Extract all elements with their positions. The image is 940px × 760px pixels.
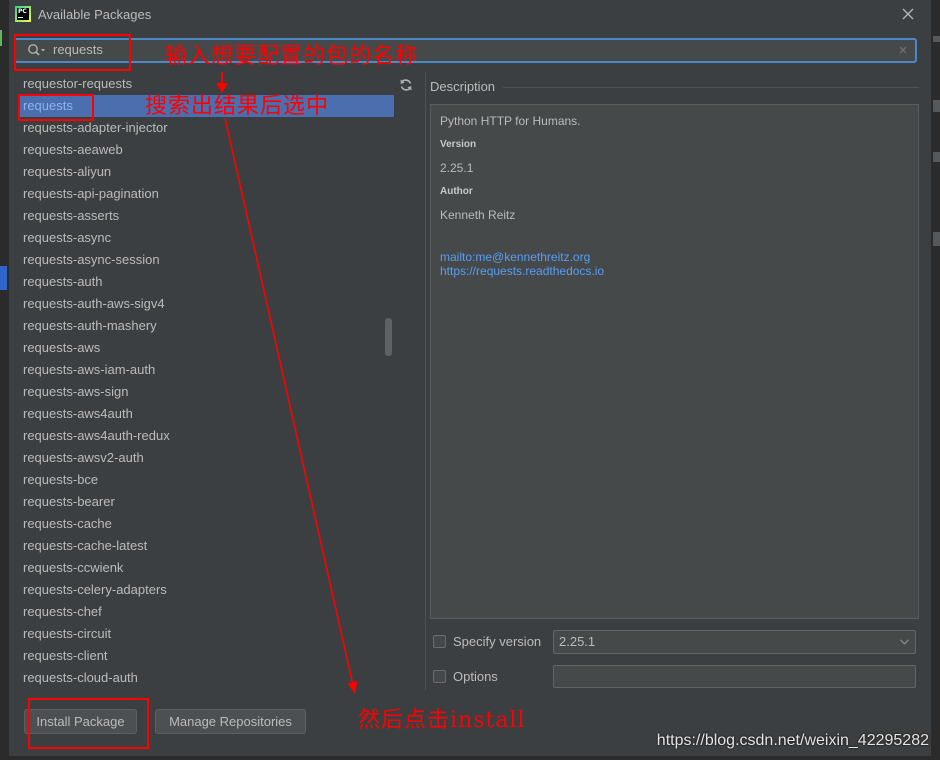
description-panel [430, 104, 919, 619]
package-list-item[interactable]: requests-ccwienk [20, 557, 394, 579]
version-dropdown[interactable] [553, 630, 916, 654]
package-list-item[interactable]: requests-cache-latest [20, 535, 394, 557]
pycharm-logo-inner: PC [17, 8, 29, 20]
specify-version-label[interactable]: Specify version [453, 635, 541, 649]
package-list-item[interactable]: requests-bearer [20, 491, 394, 513]
ide-selected-item [0, 266, 7, 290]
package-version: 2.25.1 [440, 161, 474, 175]
package-list-item[interactable]: requests-async [20, 227, 394, 249]
description-heading: Description [430, 79, 496, 94]
version-dropdown-value[interactable]: 2.25.1 [559, 635, 595, 649]
refresh-icon[interactable] [399, 78, 413, 92]
ide-toolbar-mark [933, 152, 940, 162]
package-list-item[interactable]: requests-auth-mashery [20, 315, 394, 337]
annotation-install-hint: 然后点击install [358, 708, 526, 733]
package-list-scrollbar[interactable] [385, 318, 392, 356]
dialog-title: Available Packages [38, 7, 152, 22]
package-list-item[interactable]: requests-client [20, 645, 394, 667]
documentation-link[interactable]: https://requests.readthedocs.io [440, 264, 604, 278]
ide-background-left [0, 0, 9, 760]
package-list-item[interactable]: requests-aws-iam-auth [20, 359, 394, 381]
search-input[interactable] [14, 38, 917, 63]
package-list-item[interactable]: requests-circuit [20, 623, 394, 645]
pycharm-logo-text: PC [18, 8, 27, 15]
options-checkbox[interactable] [433, 670, 446, 683]
annotation-search-hint: 输入想要配置的包的名称 [165, 44, 419, 69]
manage-repositories-button[interactable]: Manage Repositories [155, 709, 306, 734]
package-list-item[interactable]: requests-aws4auth [20, 403, 394, 425]
package-list-item[interactable]: requestor-requests [20, 73, 394, 95]
package-author: Kenneth Reitz [440, 208, 516, 222]
package-list[interactable]: requestor-requests requests requests-adapt… [20, 73, 394, 690]
package-summary: Python HTTP for Humans. [440, 114, 581, 128]
ide-toolbar-mark [933, 232, 940, 246]
ide-background-right [931, 0, 940, 760]
package-list-item[interactable]: requests-awsv2-auth [20, 447, 394, 469]
package-list-item[interactable]: requests-async-session [20, 249, 394, 271]
options-input[interactable] [553, 665, 916, 688]
panel-splitter[interactable] [425, 72, 426, 690]
version-heading: Version [440, 139, 477, 150]
package-list-item[interactable]: requests-adapter-injector [20, 117, 394, 139]
author-heading: Author [440, 186, 473, 197]
package-list-item[interactable]: requests-cloud-auth [20, 667, 394, 689]
package-list-item[interactable]: requests-api-pagination [20, 183, 394, 205]
install-package-button[interactable]: Install Package [24, 709, 137, 734]
annotation-select-hint: 搜索出结果后选中 [145, 94, 330, 119]
chevron-down-icon[interactable] [900, 639, 909, 645]
package-list-item[interactable]: requests-aws [20, 337, 394, 359]
ide-toolbar-mark [933, 100, 940, 112]
package-list-item[interactable]: requests-asserts [20, 205, 394, 227]
package-list-item[interactable]: requests-aws4auth-redux [20, 425, 394, 447]
options-label[interactable]: Options [453, 670, 498, 684]
package-list-item[interactable]: requests-auth [20, 271, 394, 293]
search-history-icon[interactable] [27, 43, 47, 57]
package-list-item[interactable]: requests-chef [20, 601, 394, 623]
clear-icon[interactable] [898, 45, 908, 55]
ide-gutter-marker [0, 30, 2, 46]
specify-version-checkbox[interactable] [433, 635, 446, 648]
search-input-value[interactable]: requests [53, 43, 103, 57]
description-separator [503, 87, 919, 88]
blog-watermark: https://blog.csdn.net/weixin_42295282 [656, 732, 929, 749]
package-list-item[interactable]: requests-bce [20, 469, 394, 491]
package-list-item[interactable]: requests-celery-adapters [20, 579, 394, 601]
pycharm-logo-bar [18, 17, 23, 18]
package-list-item[interactable]: requests-aws-sign [20, 381, 394, 403]
package-list-item[interactable]: requests-cache [20, 513, 394, 535]
package-list-item[interactable]: requests-aeaweb [20, 139, 394, 161]
package-list-item[interactable]: requests-auth-aws-sigv4 [20, 293, 394, 315]
author-email-link[interactable]: mailto:me@kennethreitz.org [440, 250, 590, 264]
ide-toolbar-mark [933, 36, 940, 42]
close-icon[interactable] [902, 8, 914, 20]
package-list-item[interactable]: requests-aliyun [20, 161, 394, 183]
pycharm-logo-icon: PC [15, 6, 31, 22]
